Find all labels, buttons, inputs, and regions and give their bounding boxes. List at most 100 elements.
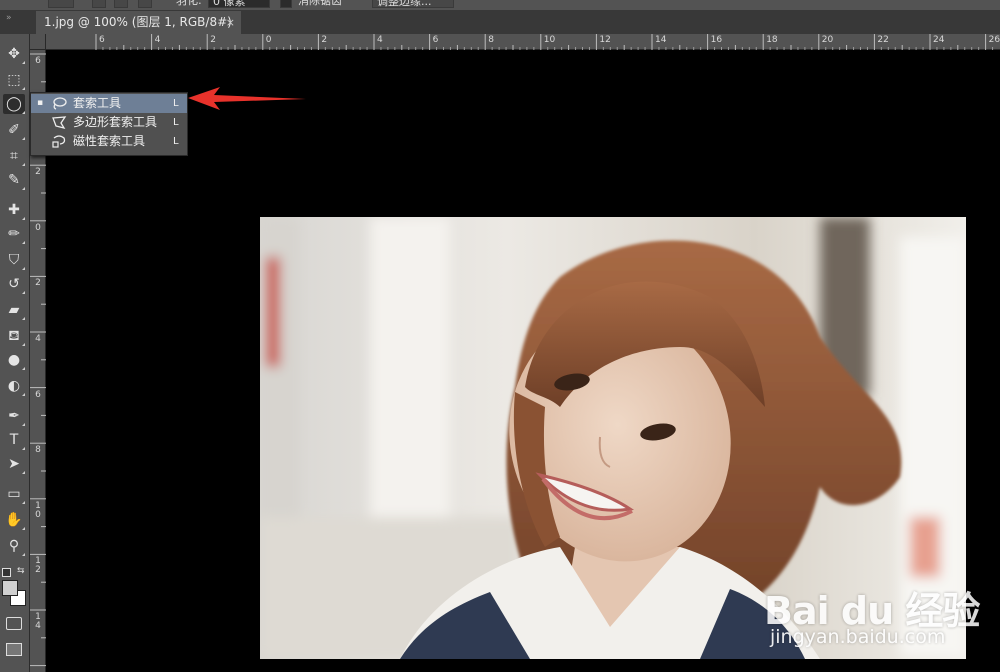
screen-mode-icon[interactable] [6,643,22,656]
options-bar: 羽化: 0 像素 消除锯齿 调整边缘... [0,0,1000,10]
ruler-label: 2 [35,278,41,289]
selection-mode-subtract-button[interactable] [114,0,128,8]
document-tab[interactable]: 1.jpg @ 100% (图层 1, RGB/8#) * × [36,11,241,52]
tool-group-indicator-icon [22,61,25,64]
selection-mode-intersect-button[interactable] [138,0,152,8]
lasso-icon [51,96,67,111]
panel-collapse-icon[interactable]: » [6,13,12,23]
brush-tool-icon[interactable]: ✏ [3,224,25,244]
history-brush-tool-icon[interactable]: ↺ [3,274,25,294]
magnetic-lasso-icon [51,134,67,149]
quick-mask-icon[interactable] [6,617,22,630]
flyout-item-shortcut: L [173,117,179,128]
flyout-item-shortcut: L [173,98,179,109]
ruler-label: 4 [154,35,161,45]
red-arrow-annotation [188,87,306,110]
refine-edge-button[interactable]: 调整边缘... [372,0,454,8]
tool-group-indicator-icon [22,137,25,140]
ruler-label: 2 [210,35,216,45]
foreground-color-swatch[interactable] [2,580,18,596]
paint-bucket-tool-icon[interactable]: ⛾ [3,326,25,346]
tool-group-indicator-icon [22,241,25,244]
ruler-label: 22 [877,35,889,45]
ruler-label: 1 0 [35,500,41,520]
tool-group-indicator-icon [22,471,25,474]
quick-select-tool-icon[interactable]: ✐ [3,120,25,140]
tool-group-indicator-icon [22,267,25,270]
flyout-item-lasso[interactable]: ▪ 套索工具 L [31,94,187,113]
rectangle-tool-icon[interactable]: ▭ [3,484,25,504]
hand-tool-icon[interactable]: ✋ [3,510,25,530]
baidu-watermark-url: jingyan.baidu.com [770,626,946,648]
ruler-label: 6 [35,389,41,400]
selected-marker-icon: ▪ [37,98,44,108]
ruler-label: 16 [710,35,723,45]
lasso-tool-icon[interactable]: ◯ [3,94,25,114]
close-icon[interactable]: × [226,11,235,34]
tools-panel: ✥ ⬚ ◯ ✐ ⌗ ✎ ✚ ✏ ⛉ ↺ ▰ ⛾ ● ◐ ✒ T ➤ ▭ ✋ ⚲ ⇆ [0,34,30,672]
ruler-label: 24 [933,35,945,45]
ruler-label: 6 [35,56,41,66]
flyout-item-shortcut: L [173,136,179,147]
ruler-label: 8 [35,445,41,456]
flyout-item-label: 套索工具 [73,96,122,110]
clone-stamp-tool-icon[interactable]: ⛉ [3,250,25,270]
tool-group-indicator-icon [22,217,25,220]
tool-group-indicator-icon [22,367,25,370]
swap-colors-icon[interactable]: ⇆ [17,566,25,576]
tool-group-indicator-icon [22,291,25,294]
feather-input[interactable]: 0 像素 [208,0,270,8]
ruler-label: 2 [321,35,328,45]
zoom-tool-icon[interactable]: ⚲ [3,536,25,556]
blur-tool-icon[interactable]: ● [3,350,25,370]
ruler-label: 18 [766,35,778,45]
tool-group-indicator-icon [22,501,25,504]
tool-group-indicator-icon [22,111,25,114]
tool-group-indicator-icon [22,343,25,346]
eyedropper-tool-icon[interactable]: ✎ [3,170,25,190]
ruler-label: 8 [488,35,494,45]
ruler-label: 20 [821,35,834,45]
tool-group-indicator-icon [22,423,25,426]
tool-group-indicator-icon [22,393,25,396]
ruler-label: 6 [432,35,439,45]
ruler-label: 4 [35,334,41,344]
dodge-tool-icon[interactable]: ◐ [3,376,25,396]
tool-group-indicator-icon [22,447,25,450]
lasso-tool-flyout-menu: ▪ 套索工具 L 多边形套索工具 L 磁性套索工具 L [30,92,188,156]
flyout-item-polygonal-lasso[interactable]: 多边形套索工具 L [31,113,187,132]
ruler-label: 12 [599,35,611,45]
ruler-label: 26 [988,35,1000,45]
path-select-tool-icon[interactable]: ➤ [3,454,25,474]
selection-mode-add-button[interactable] [92,0,106,8]
flyout-item-magnetic-lasso[interactable]: 磁性套索工具 L [31,132,187,151]
ruler-label: 1 2 [35,556,41,576]
antialias-checkbox[interactable] [280,0,292,8]
ruler-label: 14 [655,35,667,45]
tool-group-indicator-icon [22,87,25,90]
tool-group-indicator-icon [22,317,25,320]
ruler-label: 10 [543,35,556,45]
move-tool-icon[interactable]: ✥ [3,44,25,64]
crop-tool-icon[interactable]: ⌗ [3,146,25,166]
ruler-label: 4 [377,35,383,45]
tool-group-indicator-icon [22,187,25,190]
antialias-label: 消除锯齿 [298,0,342,7]
pen-tool-icon[interactable]: ✒ [3,406,25,426]
tool-group-indicator-icon [22,163,25,166]
ruler-label: 1 4 [35,612,41,631]
flyout-item-label: 多边形套索工具 [73,115,158,129]
tool-group-indicator-icon [22,527,25,530]
healing-brush-tool-icon[interactable]: ✚ [3,200,25,220]
default-colors-icon[interactable] [2,568,11,577]
ruler-origin[interactable] [30,34,46,50]
marquee-tool-icon[interactable]: ⬚ [3,70,25,90]
ruler-label: 2 [35,167,41,178]
horizontal-ruler[interactable]: 6 4 2 0 2 4 6 8 10 12 14 16 18 20 22 24 26 [30,34,1000,50]
type-tool-icon[interactable]: T [3,430,25,450]
ruler-label: 0 [265,35,272,45]
flyout-item-label: 磁性套索工具 [73,134,146,148]
eraser-tool-icon[interactable]: ▰ [3,300,25,320]
tool-group-indicator-icon [22,553,25,556]
selection-mode-new-button[interactable] [48,0,74,8]
